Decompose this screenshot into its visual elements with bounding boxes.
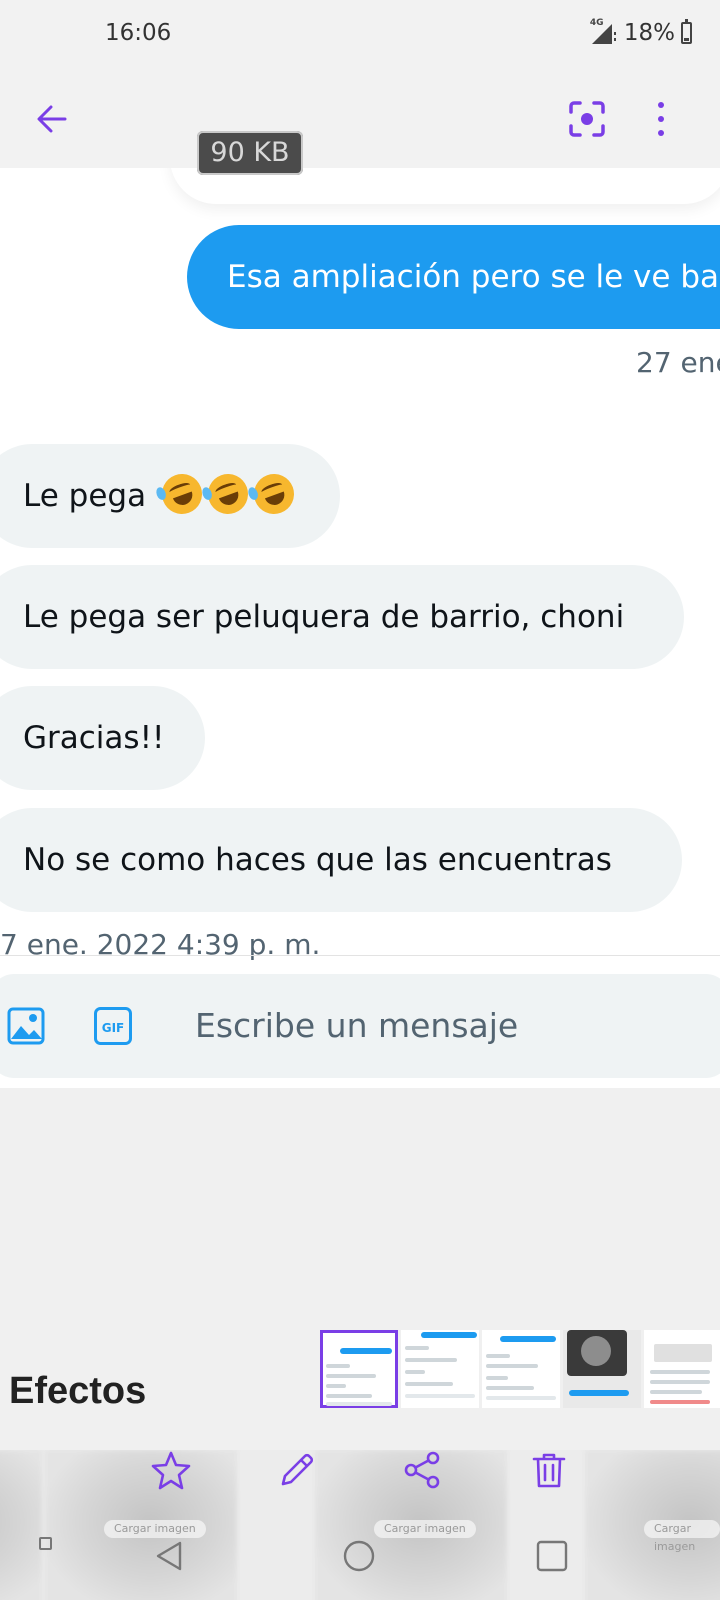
scan-button[interactable] xyxy=(560,92,614,146)
message-bubble-incoming: No se como haces que las encuentras xyxy=(0,808,682,912)
blurred-label: Cargar imagen xyxy=(644,1520,720,1553)
battery-icon xyxy=(681,19,692,44)
thumbnail[interactable] xyxy=(644,1330,720,1408)
status-time: 16:06 xyxy=(105,20,172,46)
nav-small-button[interactable] xyxy=(36,1534,54,1552)
message-bubble-incoming: Le pega xyxy=(0,444,340,548)
top-toolbar xyxy=(0,70,720,169)
effects-title[interactable]: Efectos xyxy=(9,1370,146,1413)
gif-icon[interactable]: GIF xyxy=(93,1006,133,1046)
arrow-left-icon xyxy=(37,105,67,133)
share-icon xyxy=(404,1451,440,1489)
battery-percent: 18% xyxy=(623,20,675,46)
timestamp-incoming: 7 ene. 2022 4:39 p. m. xyxy=(0,928,321,961)
status-indicators: 4G 18% xyxy=(588,18,692,46)
image-icon[interactable] xyxy=(6,1006,46,1046)
image-preview[interactable]: Esa ampliación pero se le ve ba 27 ene L… xyxy=(0,168,720,1088)
trash-icon xyxy=(532,1453,566,1488)
share-button[interactable] xyxy=(400,1448,444,1492)
pencil-icon xyxy=(281,1453,314,1486)
scan-focus-icon xyxy=(569,101,605,137)
status-bar: 16:06 4G 18% xyxy=(0,0,720,70)
thumbnail[interactable] xyxy=(320,1330,398,1408)
gif-label: GIF xyxy=(102,1021,125,1035)
divider xyxy=(0,955,720,956)
thumbnail[interactable] xyxy=(401,1330,479,1408)
battery-fill xyxy=(684,38,689,41)
thumbnail-strip xyxy=(320,1330,720,1412)
back-button[interactable] xyxy=(25,92,79,146)
star-icon xyxy=(151,1451,191,1490)
message-text: Esa ampliación pero se le ve ba xyxy=(227,259,720,295)
nav-recents-icon xyxy=(536,1540,568,1572)
more-vertical-icon xyxy=(658,102,664,136)
edit-button[interactable] xyxy=(275,1448,319,1492)
message-input[interactable] xyxy=(195,974,695,1078)
screen: 16:06 4G 18% Esa ampliación pero se le v… xyxy=(0,0,720,1600)
timestamp-outgoing: 27 ene xyxy=(636,346,720,379)
compose-bar: GIF xyxy=(0,974,720,1078)
nav-back-button[interactable] xyxy=(147,1534,191,1578)
more-options-button[interactable] xyxy=(634,92,688,146)
nav-recents-button[interactable] xyxy=(530,1534,574,1578)
nav-home-icon xyxy=(343,1540,375,1572)
message-bubble-incoming: Le pega ser peluquera de barrio, choni xyxy=(0,565,684,669)
message-bubble-outgoing: Esa ampliación pero se le ve ba xyxy=(187,225,720,329)
file-size-badge: 90 KB xyxy=(197,131,303,175)
blurred-label: Cargar imagen xyxy=(374,1520,476,1538)
message-text: Le pega xyxy=(23,478,147,514)
message-text: Gracias!! xyxy=(23,720,165,756)
thumbnail[interactable] xyxy=(563,1330,641,1408)
message-bubble-incoming: Gracias!! xyxy=(0,686,205,790)
message-text: No se como haces que las encuentras xyxy=(23,842,612,878)
nav-home-button[interactable] xyxy=(337,1534,381,1578)
favorite-button[interactable] xyxy=(149,1448,193,1492)
delete-button[interactable] xyxy=(527,1448,571,1492)
nav-back-icon xyxy=(156,1541,182,1571)
signal-icon: 4G xyxy=(588,18,618,46)
message-text: Le pega ser peluquera de barrio, choni xyxy=(23,599,625,635)
thumbnail[interactable] xyxy=(482,1330,560,1408)
laughing-emoji-icon xyxy=(154,468,300,520)
